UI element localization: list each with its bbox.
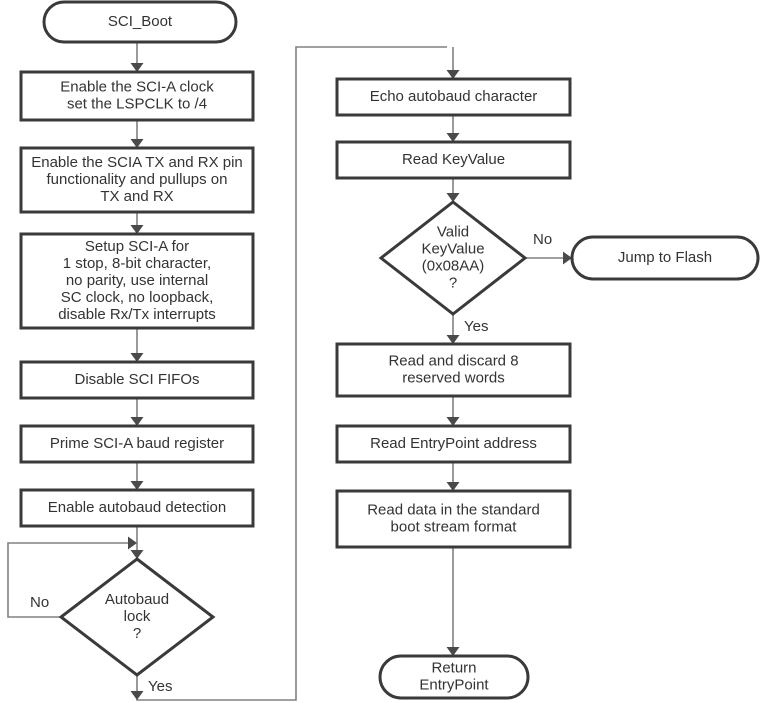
node-label: Jump to Flash: [618, 249, 712, 266]
node-label: (0x08AA): [422, 257, 485, 274]
node-label: reserved words: [402, 369, 505, 386]
edge-e-clock-to-pins: [130, 120, 144, 148]
node-label: Enable the SCIA TX and RX pin: [31, 154, 243, 171]
node-label: functionality and pullups on: [47, 171, 228, 188]
node-label: Prime SCI-A baud register: [50, 435, 224, 452]
node-label: lock: [124, 608, 151, 625]
node-autobaud-lock: Autobaudlock?: [58, 557, 216, 677]
flowchart-canvas: SCI_Boot Enable the SCI-A clock set the LS…: [0, 0, 761, 703]
node-sci-boot: SCI_Boot: [42, 0, 238, 44]
node-disable-fifos: Disable SCI FIFOs: [19, 360, 255, 400]
node-label: KeyValue: [421, 240, 484, 257]
edge-e-valid-no-flash: [525, 251, 572, 265]
node-prime-baud: Prime SCI-A baud register: [19, 424, 255, 464]
edge-e-setup-to-fifos: [130, 328, 144, 362]
node-label: Autobaud: [105, 591, 169, 608]
node-valid-keyvalue: ValidKeyValue(0x08AA)?: [378, 200, 528, 316]
edge-e-prime-to-autobaud: [130, 462, 144, 490]
node-discard-reserved: Read and discard 8reserved words: [335, 342, 572, 398]
node-label: Disable SCI FIFOs: [74, 371, 199, 388]
edge-label-keyvalue-no: No: [533, 231, 552, 248]
node-label: Enable autobaud detection: [48, 499, 226, 516]
node-echo-char: Echo autobaud character: [335, 77, 572, 117]
node-enable-autobaud: Enable autobaud detection: [19, 488, 255, 528]
node-return-entrypoint: ReturnEntryPoint: [378, 654, 530, 700]
node-label: Setup SCI-A for: [85, 238, 189, 255]
edge-e-boot-to-clock: [130, 42, 144, 72]
edge-e-discard-to-entry: [446, 396, 460, 426]
node-label: Enable the SCI-A clock: [60, 78, 214, 95]
node-label: SC clock, no loopback,: [61, 289, 214, 306]
edge-e-entry-to-stream: [446, 462, 460, 491]
edge-label-autobaud-no: No: [30, 594, 49, 611]
node-label: EntryPoint: [419, 676, 489, 693]
node-read-bootstream: Read data in the standardboot stream for…: [335, 489, 572, 549]
node-label: Echo autobaud character: [370, 88, 538, 105]
node-label: Read and discard 8: [388, 352, 518, 369]
edge-e-pins-to-setup: [130, 212, 144, 234]
edge-label-autobaud-yes: Yes: [148, 678, 172, 695]
node-label: set the LSPCLK to /4: [67, 95, 207, 112]
node-jump-to-flash: Jump to Flash: [570, 235, 760, 281]
node-label: no parity, use internal: [66, 272, 208, 289]
node-enable-clock: Enable the SCI-A clockset the LSPCLK to …: [19, 70, 255, 122]
node-setup-scia: Setup SCI-A for1 stop, 8-bit character,n…: [19, 232, 255, 330]
edge-e-fifos-to-prime: [130, 398, 144, 426]
node-label: SCI_Boot: [108, 13, 173, 30]
sci-boot-flowchart: SCI_Boot Enable the SCI-A clockset the LS…: [7, 0, 760, 701]
node-label: 1 stop, 8-bit character,: [63, 255, 211, 272]
node-label: disable Rx/Tx interrupts: [58, 306, 216, 323]
edge-e-valid-yes-discard: [446, 314, 460, 344]
edge-e-key-to-valid: [446, 178, 460, 202]
edge-e-stream-to-return: [446, 547, 460, 656]
node-label: Valid: [437, 223, 469, 240]
node-label: Read data in the standard: [367, 501, 540, 518]
node-label: Read EntryPoint address: [370, 435, 537, 452]
node-label: ?: [133, 625, 141, 642]
node-label: ?: [449, 274, 457, 291]
node-label: Read KeyValue: [402, 151, 505, 168]
node-enable-pins: Enable the SCIA TX and RX pinfunctionali…: [19, 146, 255, 214]
edge-label-keyvalue-yes: Yes: [464, 318, 488, 335]
node-read-keyvalue: Read KeyValue: [335, 140, 572, 180]
node-label: boot stream format: [391, 518, 518, 535]
nodes-layer: SCI_Boot Enable the SCI-A clockset the LS…: [19, 0, 760, 700]
node-label: Return: [431, 659, 476, 676]
edge-e-echo-to-key: [446, 115, 460, 142]
node-label: TX and RX: [100, 188, 173, 205]
node-read-entrypoint: Read EntryPoint address: [335, 424, 572, 464]
